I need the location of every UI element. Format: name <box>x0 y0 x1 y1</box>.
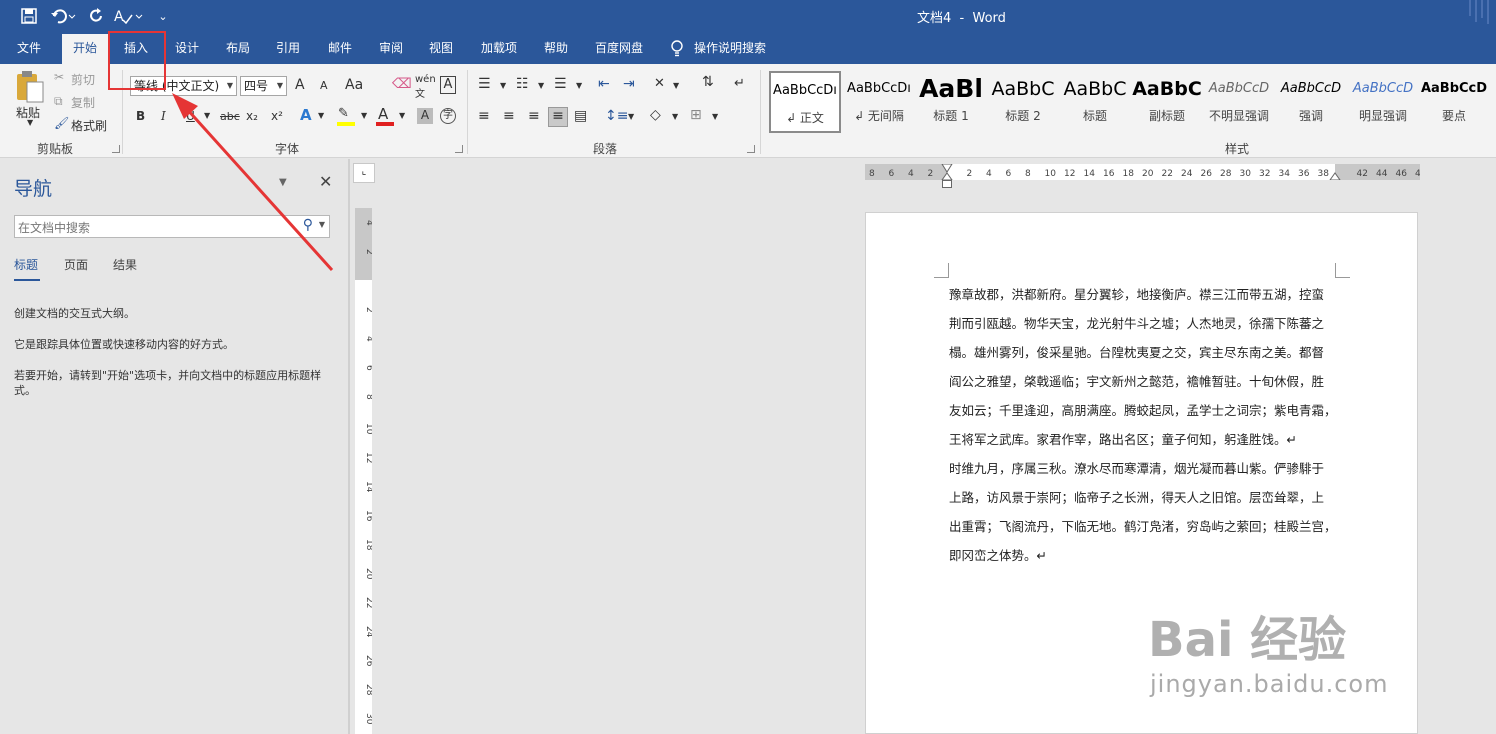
annotation-arrow <box>172 93 334 272</box>
